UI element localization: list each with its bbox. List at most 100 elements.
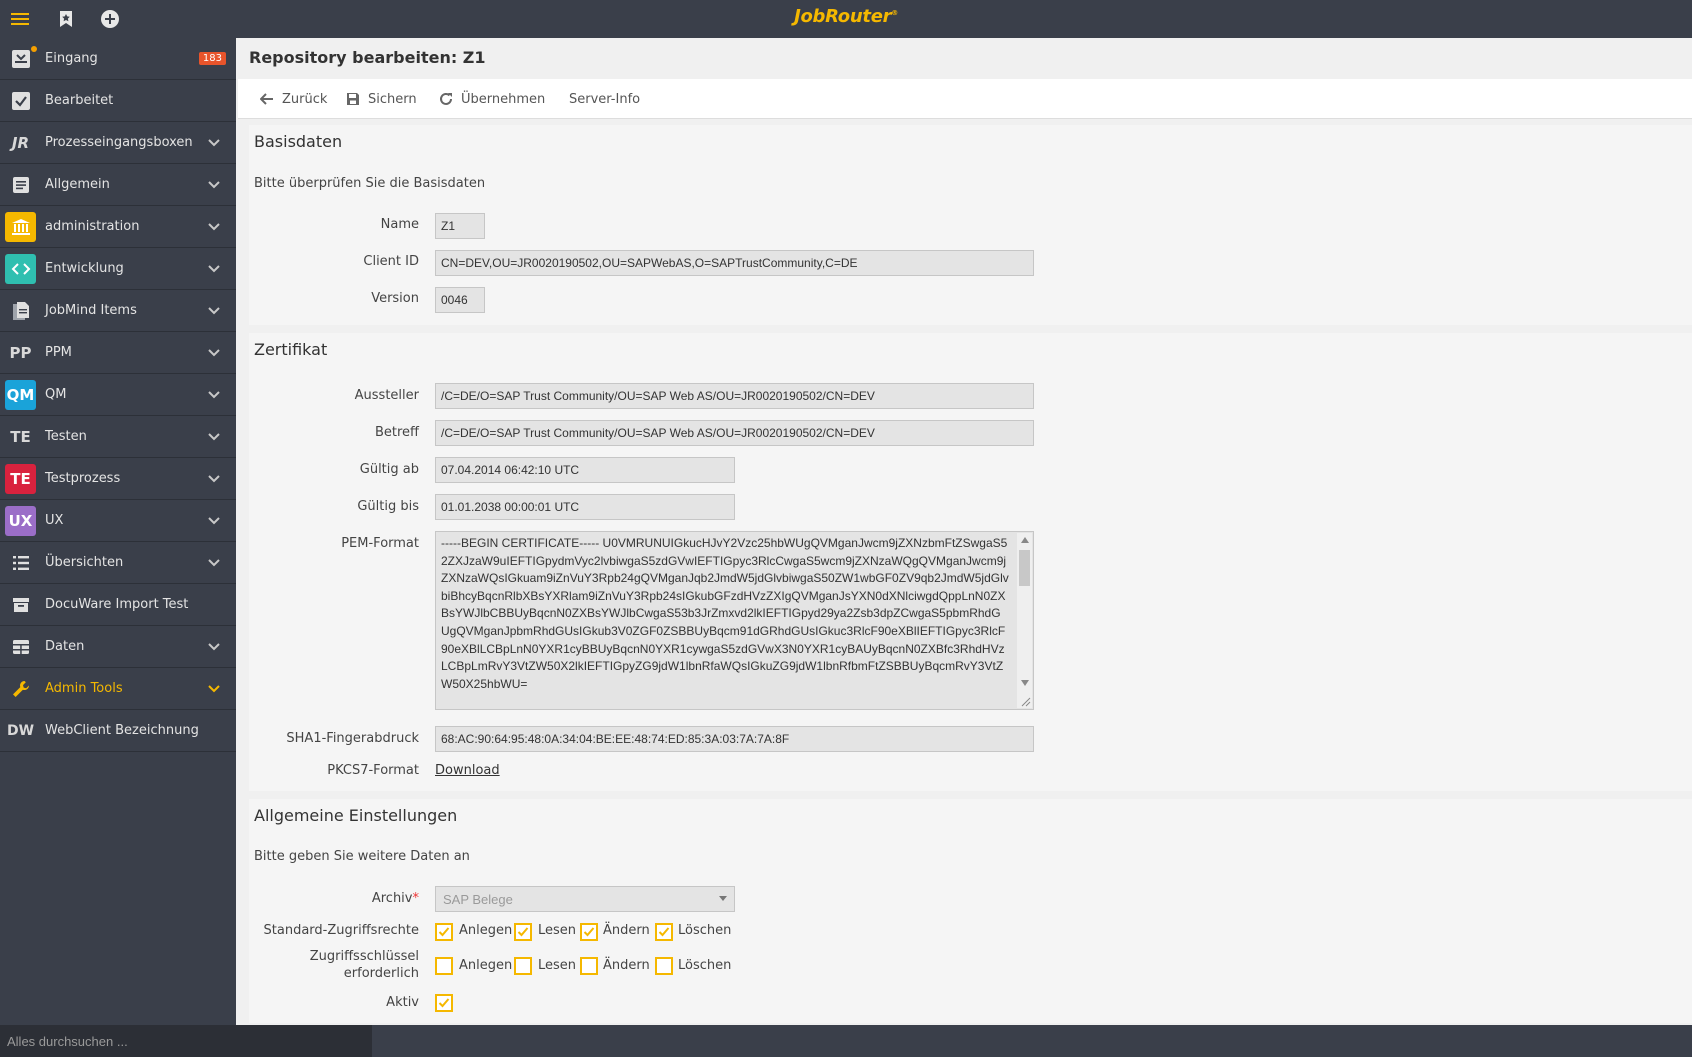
valid-to-label: Gültig bis	[357, 499, 419, 514]
sidebar-item-allgemein[interactable]: Allgemein	[0, 164, 236, 206]
sidebar-item-ux[interactable]: UX UX	[0, 500, 236, 542]
toolbar: Zurück Sichern Übernehmen Server-Info	[238, 79, 1692, 119]
sidebar-item-testen[interactable]: TE Testen	[0, 416, 236, 458]
checkmark-icon	[438, 927, 450, 937]
table-icon	[5, 632, 36, 662]
chevron-down-icon	[208, 265, 220, 273]
qm-text-icon: QM	[5, 380, 36, 410]
chevron-down-icon	[208, 391, 220, 399]
resize-handle-icon[interactable]	[1021, 697, 1031, 707]
sidebar-item-label: UX	[45, 513, 64, 528]
sidebar-item-ppm[interactable]: PP PPM	[0, 332, 236, 374]
std-edit-checkbox[interactable]	[580, 923, 598, 941]
sidebar-item-admin-tools[interactable]: Admin Tools	[0, 668, 236, 710]
checked-box-icon	[5, 86, 36, 116]
sidebar-item-eingang[interactable]: Eingang 183	[0, 38, 236, 80]
basisdaten-panel: Basisdaten Bitte überprüfen Sie die Basi…	[249, 125, 1692, 325]
section-description: Bitte überprüfen Sie die Basisdaten	[254, 176, 486, 191]
jr-logo-icon: JR	[11, 134, 30, 152]
key-create-checkbox[interactable]	[435, 957, 453, 975]
brand-logo: JobRouter®	[794, 6, 898, 27]
key-read-checkbox[interactable]	[514, 957, 532, 975]
documents-icon	[5, 296, 36, 326]
name-field[interactable]: Z1	[435, 213, 485, 239]
section-title: Zertifikat	[254, 340, 328, 359]
top-bar: JobRouter®	[0, 0, 1692, 38]
name-label: Name	[380, 217, 419, 232]
sidebar-item-entwicklung[interactable]: Entwicklung	[0, 248, 236, 290]
sidebar-item-label: Prozesseingangsboxen	[45, 135, 193, 150]
global-search-input[interactable]	[0, 1025, 372, 1057]
pem-scrollbar[interactable]	[1017, 533, 1032, 708]
inbox-icon	[5, 44, 37, 74]
archive-box-icon	[5, 590, 36, 620]
te-text-icon: TE	[10, 428, 31, 446]
key-delete-checkbox[interactable]	[655, 957, 673, 975]
sidebar-item-jobmind-items[interactable]: JobMind Items	[0, 290, 236, 332]
apply-label: Übernehmen	[461, 91, 546, 107]
sidebar-item-testprozess[interactable]: TE Testprozess	[0, 458, 236, 500]
floppy-disk-icon	[347, 93, 359, 105]
std-rights-label: Standard-Zugriffsrechte	[263, 923, 419, 938]
chevron-down-icon	[208, 559, 220, 567]
allgemeine-einstellungen-panel: Allgemeine Einstellungen Bitte geben Sie…	[249, 799, 1692, 1023]
valid-from-field[interactable]: 07.04.2014 06:42:10 UTC	[435, 457, 735, 483]
std-edit-label: Ändern	[603, 923, 650, 938]
notification-dot	[31, 46, 37, 52]
sidebar-item-qm[interactable]: QM QM	[0, 374, 236, 416]
std-create-checkbox[interactable]	[435, 923, 453, 941]
back-button[interactable]: Zurück	[260, 79, 327, 119]
sidebar-item-prozesseingangsboxen[interactable]: JR Prozesseingangsboxen	[0, 122, 236, 164]
issuer-field[interactable]: /C=DE/O=SAP Trust Community/OU=SAP Web A…	[435, 383, 1034, 409]
std-read-label: Lesen	[538, 923, 577, 938]
sidebar-item-webclient-bezeichnung[interactable]: DW WebClient Bezeichnung	[0, 710, 236, 752]
issuer-label: Aussteller	[354, 388, 419, 403]
active-checkbox[interactable]	[435, 994, 453, 1012]
chevron-down-icon	[208, 475, 220, 483]
std-read-checkbox[interactable]	[514, 923, 532, 941]
caret-down-icon	[719, 896, 727, 901]
archive-select[interactable]: SAP Belege	[435, 886, 735, 912]
sidebar: Eingang 183 Bearbeitet JR Prozesseingang…	[0, 38, 236, 1025]
version-field[interactable]: 0046	[435, 287, 485, 313]
subject-field[interactable]: /C=DE/O=SAP Trust Community/OU=SAP Web A…	[435, 420, 1034, 446]
sidebar-item-label: Testprozess	[45, 471, 121, 486]
key-edit-checkbox[interactable]	[580, 957, 598, 975]
sidebar-item-label: DocuWare Import Test	[45, 597, 189, 612]
code-icon	[5, 254, 36, 284]
sidebar-item-daten[interactable]: Daten	[0, 626, 236, 668]
scroll-thumb[interactable]	[1019, 550, 1030, 586]
sidebar-item-uebersichten[interactable]: Übersichten	[0, 542, 236, 584]
section-title: Basisdaten	[254, 132, 343, 151]
checkmark-icon	[658, 927, 670, 937]
key-required-line-1: Zugriffsschlüssel	[309, 949, 419, 964]
back-label: Zurück	[282, 91, 328, 107]
save-button[interactable]: Sichern	[346, 79, 417, 119]
chevron-down-icon	[208, 685, 220, 693]
client-id-field[interactable]: CN=DEV,OU=JR0020190502,OU=SAPWebAS,O=SAP…	[435, 250, 1034, 276]
count-badge: 183	[198, 52, 226, 65]
sidebar-item-label: Bearbeitet	[45, 93, 114, 108]
section-title: Allgemeine Einstellungen	[254, 806, 458, 825]
required-marker: *	[412, 891, 420, 906]
pem-textarea[interactable]: -----BEGIN CERTIFICATE----- U0VMRUNUIGku…	[435, 531, 1034, 710]
client-id-label: Client ID	[363, 254, 419, 269]
sidebar-item-label: Admin Tools	[45, 681, 123, 696]
sidebar-item-docuware-import-test[interactable]: DocuWare Import Test	[0, 584, 236, 626]
key-required-line-2: erforderlich	[343, 966, 419, 981]
valid-to-field[interactable]: 01.01.2038 00:00:01 UTC	[435, 494, 735, 520]
pkcs7-download-link[interactable]: Download	[435, 763, 500, 778]
server-info-button[interactable]: Server-Info	[569, 79, 640, 119]
std-create-label: Anlegen	[459, 923, 513, 938]
chevron-down-icon	[208, 307, 220, 315]
apply-button[interactable]: Übernehmen	[439, 79, 545, 119]
sidebar-item-bearbeitet[interactable]: Bearbeitet	[0, 80, 236, 122]
checkmark-icon	[438, 998, 450, 1008]
std-delete-checkbox[interactable]	[655, 923, 673, 941]
sidebar-item-label: Eingang	[45, 51, 98, 66]
sidebar-item-label: administration	[45, 219, 140, 234]
sha1-field[interactable]: 68:AC:90:64:95:48:0A:34:04:BE:EE:48:74:E…	[435, 726, 1034, 752]
sidebar-item-administration[interactable]: administration	[0, 206, 236, 248]
sidebar-item-label: Allgemein	[45, 177, 110, 192]
bottom-bar	[0, 1025, 1692, 1057]
